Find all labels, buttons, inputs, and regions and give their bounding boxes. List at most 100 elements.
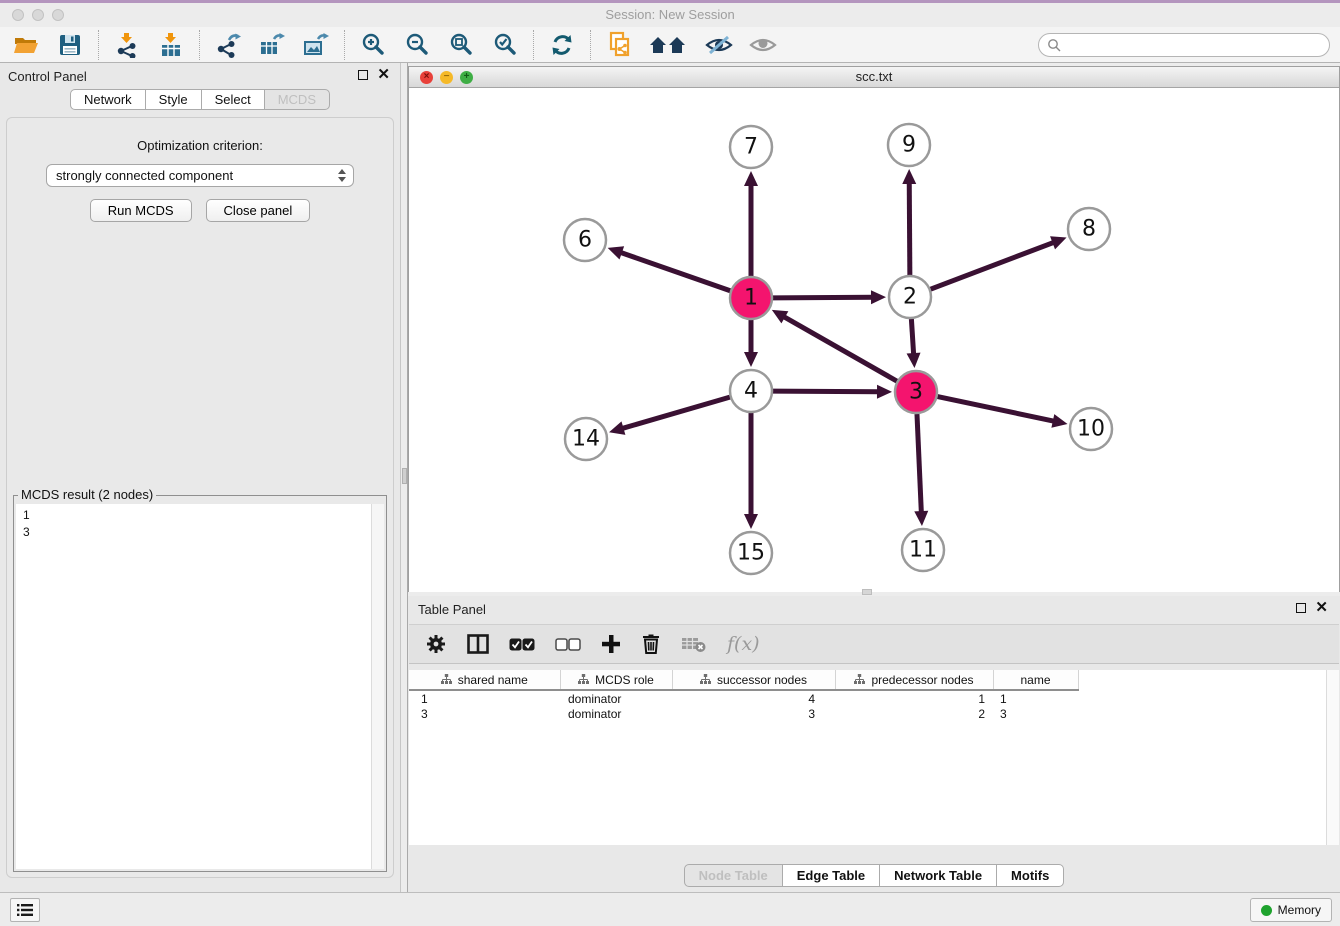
home-views-icon[interactable] xyxy=(649,31,689,59)
table-panel-title: Table Panel xyxy=(418,602,486,617)
graph-node-label: 15 xyxy=(737,541,765,566)
network-close-button[interactable]: × xyxy=(420,71,433,84)
table-cell[interactable]: 4 xyxy=(672,690,835,706)
table-cell[interactable]: 2 xyxy=(835,706,993,722)
table-cell[interactable]: 1 xyxy=(409,690,560,706)
zoom-fit-icon[interactable] xyxy=(447,31,475,59)
column-header[interactable]: successor nodes xyxy=(672,670,835,690)
vertical-splitter[interactable] xyxy=(400,63,408,892)
add-column-icon[interactable] xyxy=(601,634,621,654)
close-panel-icon[interactable]: ✕ xyxy=(377,69,390,81)
tab-edge-table[interactable]: Edge Table xyxy=(782,864,880,887)
close-table-panel-icon[interactable]: ✕ xyxy=(1315,602,1328,614)
network-canvas[interactable]: 7968124314101511 xyxy=(409,88,1339,592)
float-panel-icon[interactable] xyxy=(358,70,368,80)
export-table-icon[interactable] xyxy=(258,31,286,59)
minimize-window-button[interactable] xyxy=(32,9,44,21)
table-cell[interactable]: 1 xyxy=(835,690,993,706)
table-row[interactable]: 1dominator411 xyxy=(409,690,1327,706)
graph-node-label: 2 xyxy=(903,285,917,310)
node-table[interactable]: shared nameMCDS rolesuccessor nodesprede… xyxy=(409,670,1339,845)
table-cell[interactable]: 3 xyxy=(993,706,1078,722)
mcds-result-list[interactable]: 13 xyxy=(16,504,384,869)
control-panel: Control Panel ✕ Network Style Select MCD… xyxy=(0,63,400,892)
close-panel-button[interactable]: Close panel xyxy=(206,199,311,222)
graph-edge[interactable] xyxy=(931,242,1056,289)
table-tabs: Node Table Edge Table Network Table Moti… xyxy=(408,864,1340,887)
edge-arrowhead xyxy=(744,171,758,186)
delete-table-icon[interactable] xyxy=(681,634,707,654)
table-cell[interactable]: 1 xyxy=(993,690,1078,706)
graph-edge[interactable] xyxy=(621,397,730,429)
tab-network[interactable]: Network xyxy=(70,89,146,110)
network-window-titlebar[interactable]: × − + scc.txt xyxy=(409,67,1339,88)
table-cell[interactable]: 3 xyxy=(409,706,560,722)
import-table-icon[interactable] xyxy=(157,31,185,59)
graph-edge[interactable] xyxy=(782,316,897,381)
search-field[interactable] xyxy=(1038,33,1330,57)
close-window-button[interactable] xyxy=(12,9,24,21)
table-cell[interactable]: 3 xyxy=(672,706,835,722)
tab-select[interactable]: Select xyxy=(201,89,265,110)
save-session-icon[interactable] xyxy=(56,31,84,59)
graph-edge[interactable] xyxy=(909,181,910,275)
deselect-all-checks-icon[interactable] xyxy=(555,638,581,651)
table-scrollbar[interactable] xyxy=(1326,670,1339,845)
column-header[interactable]: MCDS role xyxy=(560,670,672,690)
table-cell[interactable]: dominator xyxy=(560,706,672,722)
tab-mcds[interactable]: MCDS xyxy=(264,89,330,110)
show-columns-icon[interactable] xyxy=(467,634,489,654)
node-table-grid[interactable]: shared nameMCDS rolesuccessor nodesprede… xyxy=(409,670,1327,722)
zoom-window-button[interactable] xyxy=(52,9,64,21)
show-all-icon[interactable] xyxy=(749,31,777,59)
mcds-result-scrollbar[interactable] xyxy=(371,504,384,869)
hierarchy-icon xyxy=(854,674,865,685)
mcds-result-title: MCDS result (2 nodes) xyxy=(18,487,156,502)
network-window-title: scc.txt xyxy=(409,67,1339,87)
tab-style[interactable]: Style xyxy=(145,89,202,110)
zoom-out-icon[interactable] xyxy=(403,31,431,59)
graph-edge[interactable] xyxy=(619,252,730,291)
graph-node-label: 1 xyxy=(744,286,758,311)
function-builder-icon[interactable]: f(x) xyxy=(727,633,760,655)
mcds-result-box: MCDS result (2 nodes) 13 xyxy=(13,495,387,872)
tab-node-table[interactable]: Node Table xyxy=(684,864,783,887)
zoom-selected-icon[interactable] xyxy=(491,31,519,59)
open-session-icon[interactable] xyxy=(12,31,40,59)
column-header[interactable]: predecessor nodes xyxy=(835,670,993,690)
graph-edge[interactable] xyxy=(938,397,1056,422)
console-button[interactable] xyxy=(10,898,40,922)
table-options-icon[interactable] xyxy=(425,633,447,655)
refresh-layout-icon[interactable] xyxy=(548,31,576,59)
select-all-checks-icon[interactable] xyxy=(509,638,535,651)
tab-motifs[interactable]: Motifs xyxy=(996,864,1064,887)
graph-edge[interactable] xyxy=(911,319,913,356)
memory-button[interactable]: Memory xyxy=(1250,898,1332,922)
float-table-panel-icon[interactable] xyxy=(1296,603,1306,613)
graph-node-label: 7 xyxy=(744,135,758,160)
zoom-in-icon[interactable] xyxy=(359,31,387,59)
network-maximize-button[interactable]: + xyxy=(460,71,473,84)
delete-column-icon[interactable] xyxy=(641,633,661,655)
export-network-icon[interactable] xyxy=(214,31,242,59)
network-minimize-button[interactable]: − xyxy=(440,71,453,84)
table-cell[interactable]: dominator xyxy=(560,690,672,706)
search-icon xyxy=(1047,38,1061,52)
graph-node-label: 4 xyxy=(744,379,758,404)
column-header[interactable]: shared name xyxy=(409,670,560,690)
splitter-grip[interactable] xyxy=(402,468,407,484)
run-mcds-button[interactable]: Run MCDS xyxy=(90,199,192,222)
tab-network-table[interactable]: Network Table xyxy=(879,864,997,887)
column-header[interactable]: name xyxy=(993,670,1078,690)
first-neighbors-icon[interactable] xyxy=(605,31,633,59)
table-row[interactable]: 3dominator323 xyxy=(409,706,1327,722)
import-network-icon[interactable] xyxy=(113,31,141,59)
search-input[interactable] xyxy=(1065,35,1329,55)
graph-edge[interactable] xyxy=(773,391,880,392)
criterion-select[interactable]: strongly connected component xyxy=(46,164,354,187)
graph-edge[interactable] xyxy=(773,297,874,298)
hide-selected-icon[interactable] xyxy=(705,31,733,59)
horizontal-splitter-grip[interactable] xyxy=(862,589,872,595)
export-image-icon[interactable] xyxy=(302,31,330,59)
graph-edge[interactable] xyxy=(917,414,921,514)
